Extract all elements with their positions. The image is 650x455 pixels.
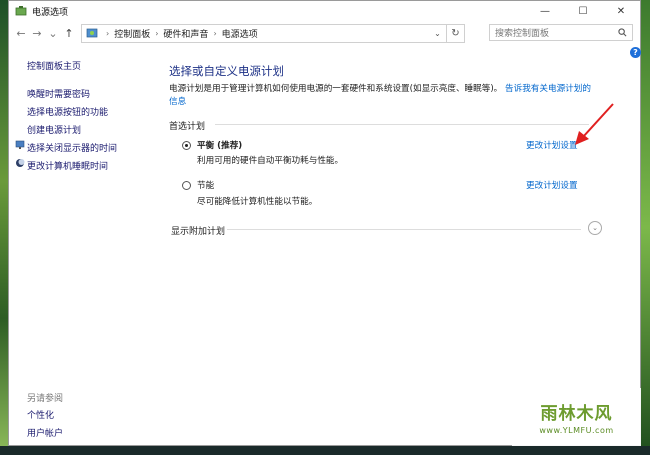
desktop-background-right: [641, 0, 650, 455]
sidebar-link-create-plan[interactable]: 创建电源计划: [27, 123, 81, 136]
search-placeholder: 搜索控制面板: [495, 29, 550, 39]
change-plan-settings-link-power-saver[interactable]: 更改计划设置: [526, 179, 578, 191]
breadcrumb-separator-icon: ›: [106, 28, 110, 38]
plan-desc-balanced: 利用可用的硬件自动平衡功耗与性能。: [197, 156, 344, 166]
forward-arrow-icon[interactable]: →: [29, 27, 45, 40]
sidebar-link-display-off[interactable]: 选择关闭显示器的时间: [27, 141, 117, 154]
expand-chevron-icon[interactable]: ⌄: [588, 221, 602, 235]
watermark-logo-text: 雨林木风: [540, 404, 613, 424]
sidebar-link-power-button[interactable]: 选择电源按钮的功能: [27, 105, 108, 118]
back-arrow-icon[interactable]: ←: [13, 27, 29, 40]
moon-icon: [16, 159, 25, 167]
divider: [227, 229, 581, 230]
show-additional-plans-label[interactable]: 显示附加计划: [171, 224, 225, 237]
see-also-heading: 另请参阅: [27, 394, 64, 404]
plan-desc-power-saver: 尽可能降低计算机性能以节能。: [197, 197, 318, 207]
help-icon[interactable]: ?: [630, 47, 641, 58]
sidebar: 控制面板主页 唤醒时需要密码 选择电源按钮的功能 创建电源计划 选择关闭显示器的…: [9, 49, 169, 445]
breadcrumb-separator-icon: ›: [213, 28, 217, 38]
watermark-url: www.YLMFU.com: [539, 426, 614, 435]
annotation-arrow-icon: [575, 103, 614, 145]
breadcrumb-separator-icon: ›: [155, 28, 159, 38]
page-description: 电源计划是用于管理计算机如何使用电源的一套硬件和系统设置(如显示亮度、睡眠等)。…: [169, 83, 599, 109]
plan-name-balanced[interactable]: 平衡 (推荐): [197, 139, 242, 151]
close-button[interactable]: ✕: [602, 1, 640, 21]
sidebar-link-wake-password[interactable]: 唤醒时需要密码: [27, 87, 90, 100]
watermark: 雨林木风 www.YLMFU.com: [512, 388, 641, 446]
breadcrumb-control-panel[interactable]: 控制面板: [114, 27, 150, 40]
description-text: 电源计划是用于管理计算机如何使用电源的一套硬件和系统设置(如显示亮度、睡眠等)。: [169, 84, 503, 94]
title-bar: 电源选项 — ☐ ✕: [9, 1, 640, 21]
window-title: 电源选项: [32, 7, 69, 18]
search-input[interactable]: 搜索控制面板: [489, 24, 633, 41]
minimize-button[interactable]: —: [526, 1, 564, 21]
address-bar[interactable]: › 控制面板 › 硬件和声音 › 电源选项 ⌄ ↻: [81, 23, 465, 43]
breadcrumb-power-options[interactable]: 电源选项: [222, 27, 258, 40]
power-options-window: 电源选项 — ☐ ✕ ← → ⌄ ↑ › 控制面板 › 硬件和声音 › 电源选项…: [8, 0, 641, 446]
sidebar-link-sleep-time[interactable]: 更改计算机睡眠时间: [27, 159, 108, 172]
up-arrow-icon[interactable]: ↑: [61, 27, 77, 40]
power-options-app-icon: [15, 6, 27, 16]
page-title: 选择或自定义电源计划: [169, 64, 284, 78]
plan-radio-balanced[interactable]: [182, 141, 191, 150]
address-dropdown-icon[interactable]: ⌄: [428, 25, 446, 42]
sidebar-link-user-accounts[interactable]: 用户帐户: [27, 426, 63, 439]
desktop-background-left: [0, 0, 8, 455]
divider: [215, 124, 589, 125]
preferred-plans-label: 首选计划: [169, 122, 206, 132]
plan-radio-power-saver[interactable]: [182, 181, 191, 190]
refresh-icon[interactable]: ↻: [446, 24, 464, 42]
sidebar-link-home[interactable]: 控制面板主页: [27, 59, 81, 72]
control-panel-icon: [86, 28, 98, 38]
monitor-icon: [15, 140, 25, 149]
desktop-taskbar-strip: [0, 446, 650, 455]
plan-name-power-saver[interactable]: 节能: [197, 179, 214, 191]
maximize-button[interactable]: ☐: [564, 1, 602, 21]
sidebar-link-personalization[interactable]: 个性化: [27, 408, 54, 421]
breadcrumb-hardware-sound[interactable]: 硬件和声音: [163, 27, 208, 40]
search-icon: [618, 28, 627, 37]
recent-locations-chevron-icon[interactable]: ⌄: [45, 27, 61, 40]
